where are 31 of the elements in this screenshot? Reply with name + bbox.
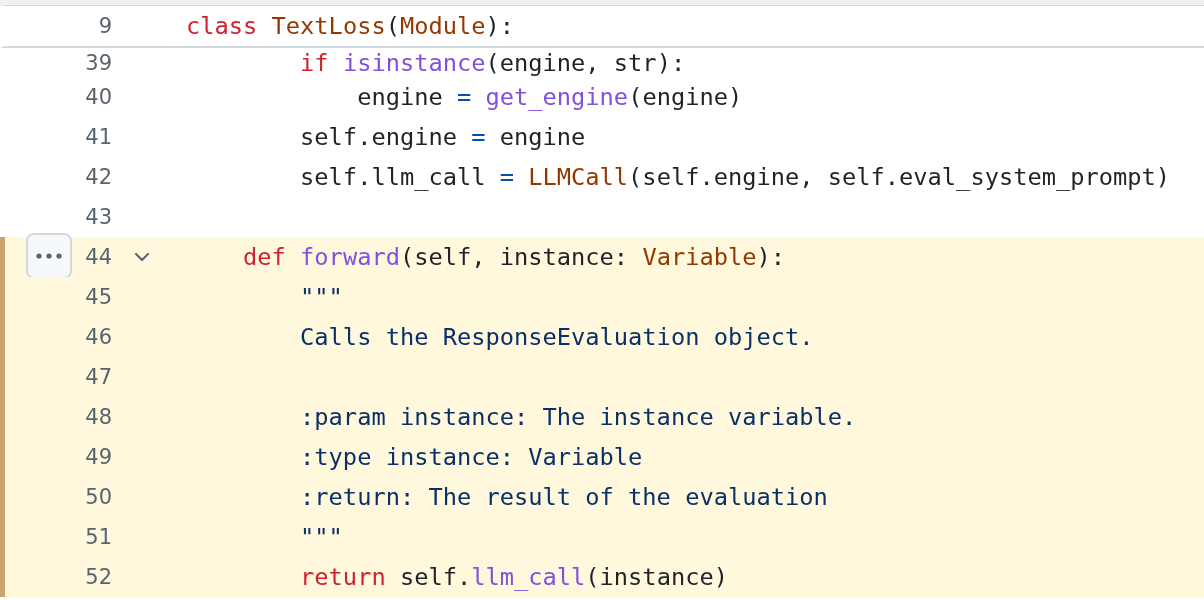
line-number: 43 — [84, 205, 112, 229]
code-line[interactable]: Calls the ResponseEvaluation object. — [186, 322, 814, 352]
code-line[interactable]: self.llm_call = LLMCall(self.engine, self.eval_system_prompt) — [186, 162, 1171, 192]
line-number: 40 — [84, 85, 112, 109]
line-number: 49 — [84, 445, 112, 469]
line-number: 47 — [84, 365, 112, 389]
line-number: 45 — [84, 285, 112, 309]
ellipsis-icon — [36, 253, 62, 259]
code-line[interactable]: def forward(self, instance: Variable): — [186, 242, 785, 272]
code-line[interactable]: :return: The result of the evaluation — [186, 482, 828, 512]
code-line[interactable]: if isinstance(engine, str): — [186, 47, 686, 78]
code-line[interactable]: class TextLoss(Module): — [186, 11, 515, 41]
line-number: 9 — [97, 14, 112, 38]
code-line[interactable]: """ — [186, 522, 343, 552]
code-line[interactable]: return self.llm_call(instance) — [186, 562, 728, 592]
code-line[interactable]: self.engine = engine — [186, 122, 586, 152]
chevron-down-icon[interactable] — [134, 252, 150, 262]
line-number: 39 — [84, 50, 112, 75]
code-line[interactable]: :type instance: Variable — [186, 442, 643, 472]
line-number: 41 — [84, 125, 112, 149]
code-line[interactable]: """ — [186, 282, 343, 312]
line-number: 52 — [84, 565, 112, 589]
line-number: 44 — [84, 245, 112, 269]
code-line[interactable]: :param instance: The instance variable. — [186, 402, 857, 432]
line-number: 51 — [84, 525, 112, 549]
line-number: 48 — [84, 405, 112, 429]
line-number: 42 — [84, 165, 112, 189]
more-options-button[interactable] — [26, 233, 72, 279]
line-number: 50 — [84, 485, 112, 509]
code-line[interactable]: engine = get_engine(engine) — [186, 82, 743, 112]
line-number: 46 — [84, 325, 112, 349]
